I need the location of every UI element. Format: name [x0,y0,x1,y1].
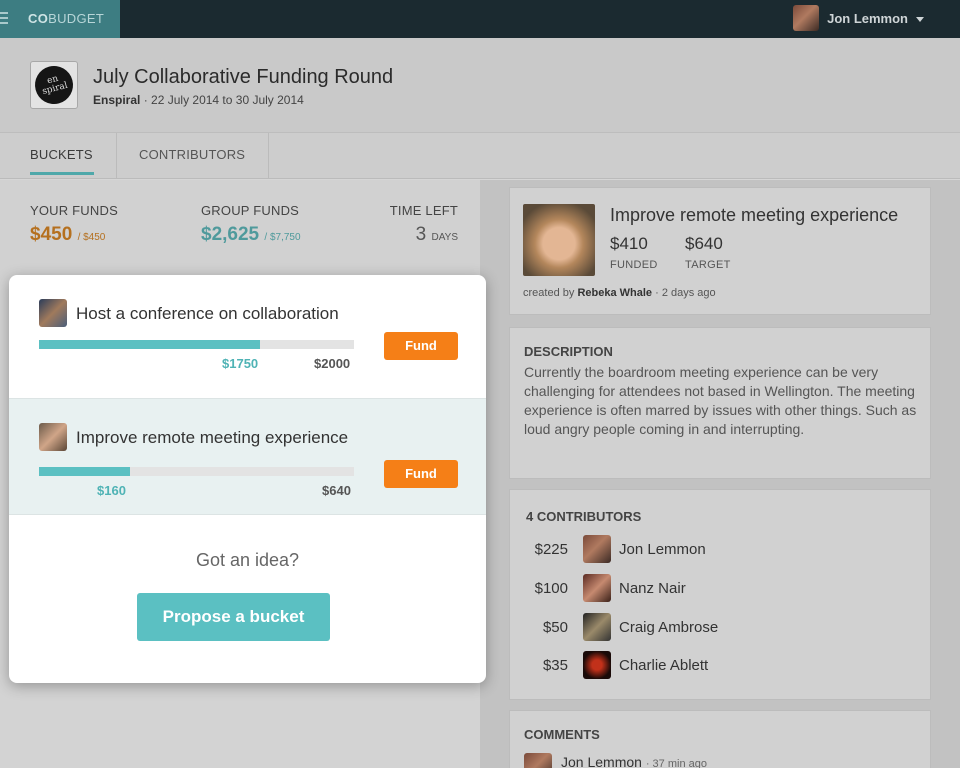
contributor-name[interactable]: Craig Ambrose [619,619,718,636]
description-text: Currently the boardroom meeting experien… [524,364,917,437]
contributor-avatar [583,613,611,641]
funding-progress-bar [39,467,354,476]
time-left-unit: DAYS [431,232,459,243]
bucket-detail-title: Improve remote meeting experience [610,205,899,225]
fund-button[interactable]: Fund [384,332,458,360]
contributor-amount: $100 [534,580,568,597]
created-by: created by Rebeka Whale · 2 days ago [523,287,716,299]
contributor-avatar [583,574,611,602]
group-funds-label: GROUP FUNDS [201,203,300,218]
your-funds: YOUR FUNDS $450 / $450 [30,203,118,246]
description-heading: DESCRIPTION [524,344,613,359]
tab-divider [268,133,269,179]
time-left-value: 3 [415,224,427,245]
funding-progress-bar [39,340,354,349]
bucket-item[interactable]: Host a conference on collaboration $1750… [9,275,486,398]
funded-value: $410 [610,234,648,253]
contributor-name[interactable]: Jon Lemmon [619,541,706,558]
app-brand[interactable]: COBUDGET [0,0,120,38]
group-funds-value: $2,625 [201,224,260,245]
menu-icon[interactable] [0,12,8,26]
bucket-name[interactable]: Host a conference on collaboration [76,304,339,324]
user-name: Jon Lemmon [827,10,908,26]
contributor-name[interactable]: Nanz Nair [619,580,686,597]
tab-contributors[interactable]: CONTRIBUTORS [139,133,245,179]
funded-amount: $410 FUNDED [610,234,658,271]
page-title: July Collaborative Funding Round [93,66,394,88]
description-panel: DESCRIPTION Currently the boardroom meet… [509,327,931,479]
brand-rest: BUDGET [48,11,105,26]
group-funds: GROUP FUNDS $2,625 / $7,750 [201,203,301,246]
bucket-list-card: Host a conference on collaboration $1750… [9,275,486,683]
funds-summary: YOUR FUNDS $450 / $450 GROUP FUNDS $2,62… [0,180,480,280]
org-name: Enspiral [93,93,141,107]
funded-label: FUNDED [610,259,658,271]
propose-bucket-button[interactable]: Propose a bucket [137,593,330,641]
enspiral-logo-icon: en spiral [30,61,78,109]
comment-author[interactable]: Jon Lemmon [561,754,642,768]
contributor-avatar [583,651,611,679]
your-funds-total: / $450 [77,232,106,243]
comments-heading: COMMENTS [524,727,600,742]
contributor-row: $225 Jon Lemmon [510,535,930,565]
tab-buckets[interactable]: BUCKETS [30,133,116,179]
round-dates: 22 July 2014 to 30 July 2014 [151,93,304,107]
comment-meta: Jon Lemmon · 37 min ago [561,754,707,768]
round-meta: Enspiral · 22 July 2014 to 30 July 2014 [93,93,304,107]
user-menu[interactable]: Jon Lemmon [793,5,924,31]
target-label: TARGET [685,259,731,271]
bucket-detail-header: Improve remote meeting experience $410 F… [509,187,931,315]
tab-bar: BUCKETS CONTRIBUTORS [0,133,960,179]
chevron-down-icon [916,16,924,22]
contributor-amount: $50 [542,619,568,636]
contributor-row: $35 Charlie Ablett [510,651,930,681]
funding-progress-fill [39,467,131,476]
created-ago: · 2 days ago [655,287,716,299]
target-amount: $640 TARGET [685,234,731,271]
idea-prompt: Got an idea? [195,550,300,570]
time-left: TIME LEFT 3 DAYS [390,203,458,246]
brand-bold: CO [28,11,49,26]
contributors-panel: 4 CONTRIBUTORS $225 Jon Lemmon $100 Nanz… [509,489,931,700]
contributor-name[interactable]: Charlie Ablett [619,657,708,674]
time-left-label: TIME LEFT [389,203,458,218]
fund-button[interactable]: Fund [384,460,458,488]
top-bar: COBUDGET Jon Lemmon [0,0,960,38]
bucket-current-amount: $1750 [222,356,259,371]
contributor-row: $100 Nanz Nair [510,574,930,604]
tab-divider [116,133,117,179]
comment-avatar [524,753,552,768]
bucket-creator-avatar [39,299,67,327]
group-funds-total: / $7,750 [264,232,301,243]
org-logo: en spiral [30,61,78,109]
round-header: en spiral July Collaborative Funding Rou… [0,38,960,133]
creator-name[interactable]: Rebeka Whale [577,287,652,299]
created-prefix: created by [523,287,575,299]
bucket-item[interactable]: Improve remote meeting experience $160 $… [9,398,486,515]
comment-time: · 37 min ago [645,758,707,768]
contributor-amount: $35 [542,657,568,674]
bucket-creator-avatar [39,423,67,451]
bucket-goal-amount: $2000 [314,356,351,371]
your-funds-value: $450 [30,224,73,245]
user-avatar [793,5,820,31]
target-value: $640 [685,234,723,253]
funding-progress-fill [39,340,260,349]
contributor-amount: $225 [534,541,568,558]
contributor-avatar [583,535,611,563]
comments-panel: COMMENTS Jon Lemmon · 37 min ago [509,710,931,768]
bucket-goal-amount: $640 [322,483,351,498]
bucket-current-amount: $160 [97,483,126,498]
bucket-photo [523,204,595,276]
your-funds-label: YOUR FUNDS [30,203,118,218]
bucket-name[interactable]: Improve remote meeting experience [76,428,348,448]
contributors-heading: 4 CONTRIBUTORS [526,509,642,524]
contributor-row: $50 Craig Ambrose [510,613,930,643]
